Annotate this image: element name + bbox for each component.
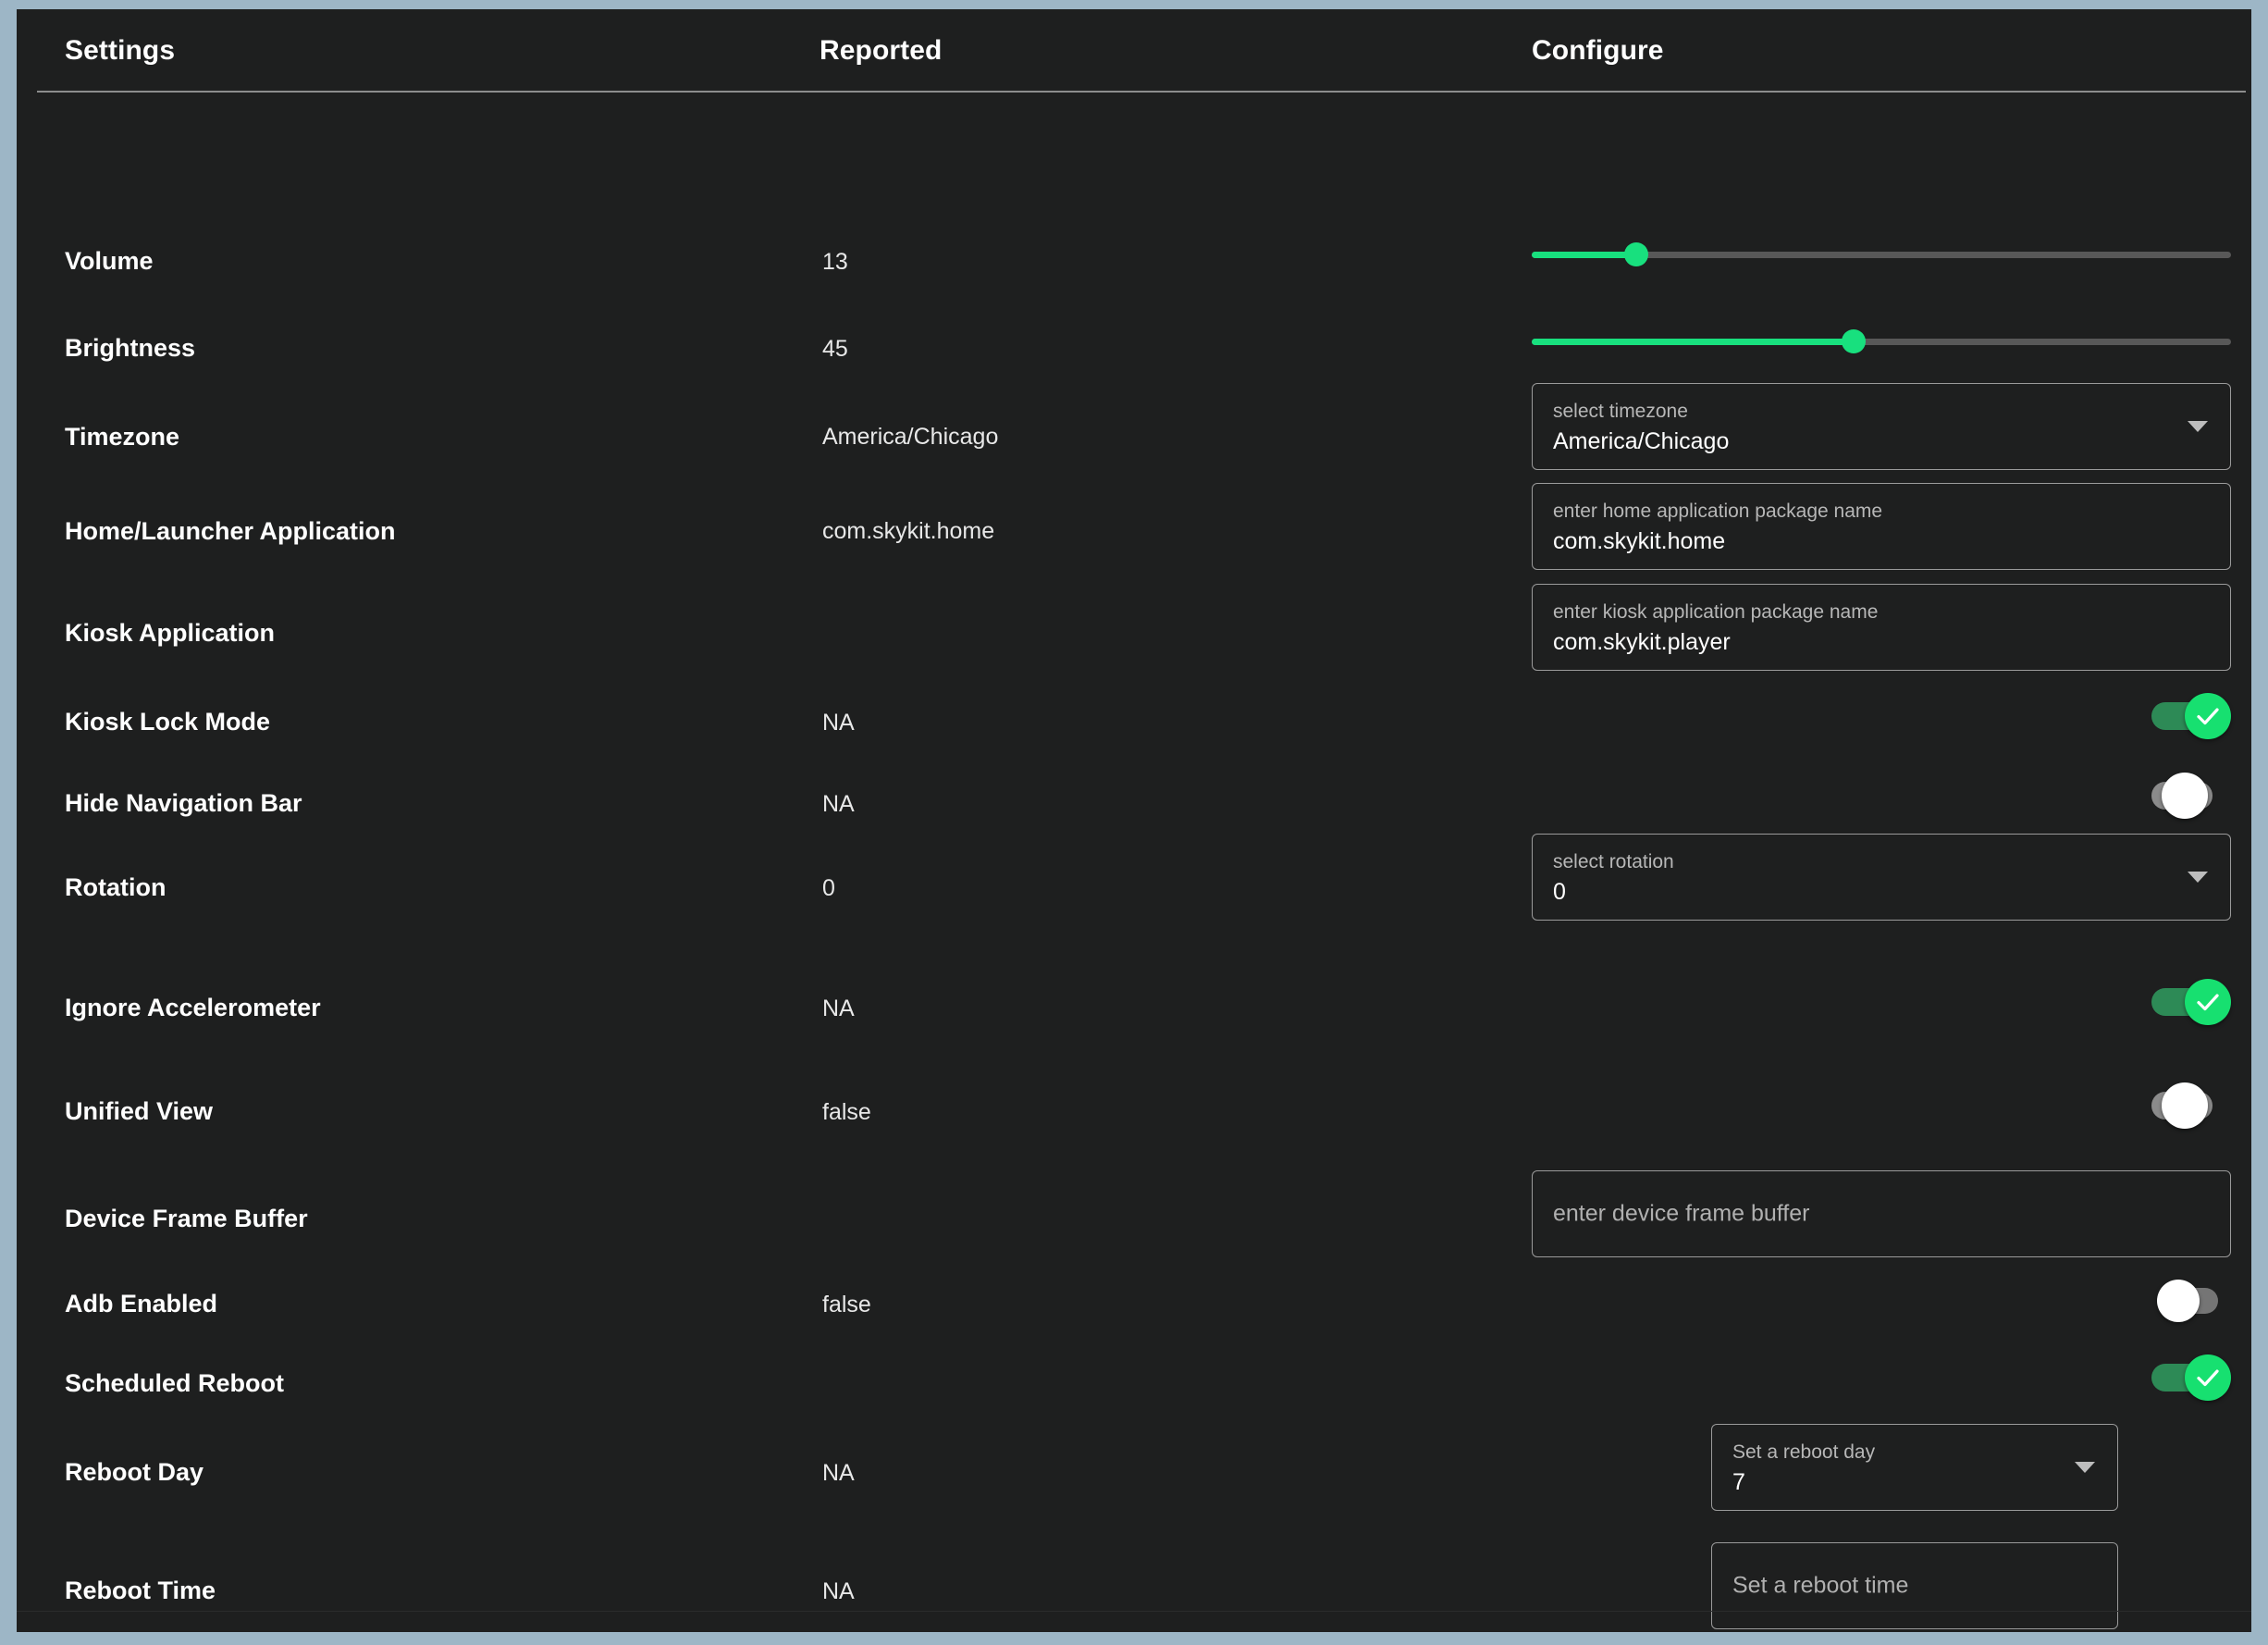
row-label-home-launcher-application: Home/Launcher Application xyxy=(65,517,396,545)
reported-value-kiosk-lock-mode: NA xyxy=(822,710,855,736)
configure-cell-home-launcher-application: enter home application package name com.s… xyxy=(1532,483,2231,570)
toggle-knob xyxy=(2157,1280,2200,1322)
toggle-knob xyxy=(2185,1354,2231,1401)
field-label-kiosk-application: enter kiosk application package name xyxy=(1553,601,1879,623)
reported-value-reboot-day: NA xyxy=(822,1460,855,1486)
settings-panel: Settings Reported Configure Volume 13 Brig… xyxy=(17,9,2251,1632)
field-placeholder-reboot-time: Set a reboot time xyxy=(1732,1572,1909,1599)
field-value-reboot-day: 7 xyxy=(1732,1469,1745,1495)
configure-cell-kiosk-application: enter kiosk application package name com.… xyxy=(1532,584,2231,671)
configure-cell-adb-enabled xyxy=(1532,1280,2231,1322)
configure-cell-ignore-accelerometer xyxy=(1532,979,2231,1025)
slider-brightness[interactable] xyxy=(1532,329,2231,353)
configure-cell-scheduled-reboot xyxy=(1532,1354,2231,1401)
reported-value-hide-navigation-bar: NA xyxy=(822,791,855,817)
field-value-timezone: America/Chicago xyxy=(1553,428,1730,454)
header-divider xyxy=(37,91,2246,93)
toggle-knob xyxy=(2185,979,2231,1025)
configure-cell-reboot-day: Set a reboot day 7 xyxy=(1711,1424,2118,1511)
toggle-hide-navigation-bar[interactable] xyxy=(2151,773,2231,819)
configure-cell-reboot-time: Set a reboot time xyxy=(1711,1542,2118,1629)
slider-thumb[interactable] xyxy=(1624,242,1649,266)
row-label-brightness: Brightness xyxy=(65,334,196,362)
reported-value-reboot-time: NA xyxy=(822,1578,855,1604)
row-label-kiosk-lock-mode: Kiosk Lock Mode xyxy=(65,708,271,736)
toggle-unified-view[interactable] xyxy=(2151,1082,2231,1129)
check-icon xyxy=(2197,994,2219,1011)
toggle-knob xyxy=(2162,1082,2208,1129)
row-label-device-frame-buffer: Device Frame Buffer xyxy=(65,1205,308,1232)
select-reboot-day[interactable]: Set a reboot day 7 xyxy=(1711,1424,2118,1511)
chevron-down-icon xyxy=(2075,1462,2095,1473)
toggle-kiosk-lock-mode[interactable] xyxy=(2151,693,2231,739)
slider-fill xyxy=(1532,252,1637,258)
row-label-rotation: Rotation xyxy=(65,873,166,901)
toggle-ignore-accelerometer[interactable] xyxy=(2151,979,2231,1025)
row-label-volume: Volume xyxy=(65,247,154,275)
select-timezone[interactable]: select timezone America/Chicago xyxy=(1532,383,2231,470)
configure-cell-device-frame-buffer: enter device frame buffer xyxy=(1532,1170,2231,1257)
column-header-reported: Reported xyxy=(820,35,943,66)
page-root: Settings Reported Configure Volume 13 Brig… xyxy=(0,0,2268,1645)
field-label-rotation: select rotation xyxy=(1553,851,1674,872)
reported-value-home-launcher-application: com.skykit.home xyxy=(822,518,995,544)
chevron-down-icon xyxy=(2188,872,2208,883)
check-icon xyxy=(2197,708,2219,725)
row-label-ignore-accelerometer: Ignore Accelerometer xyxy=(65,994,321,1021)
field-label-timezone: select timezone xyxy=(1553,401,1688,422)
slider-volume[interactable] xyxy=(1532,242,2231,266)
row-label-adb-enabled: Adb Enabled xyxy=(65,1290,218,1317)
field-value-rotation: 0 xyxy=(1553,879,1566,905)
field-placeholder-device-frame-buffer: enter device frame buffer xyxy=(1553,1200,1810,1227)
row-label-reboot-time: Reboot Time xyxy=(65,1577,216,1604)
row-label-kiosk-application: Kiosk Application xyxy=(65,619,276,647)
row-label-reboot-day: Reboot Day xyxy=(65,1458,204,1486)
configure-cell-brightness xyxy=(1532,329,2231,353)
reported-value-unified-view: false xyxy=(822,1099,871,1125)
select-rotation[interactable]: select rotation 0 xyxy=(1532,834,2231,921)
configure-cell-timezone: select timezone America/Chicago xyxy=(1532,383,2231,470)
field-label-home-launcher-application: enter home application package name xyxy=(1553,501,1883,522)
configure-cell-unified-view xyxy=(1532,1082,2231,1129)
configure-cell-volume xyxy=(1532,242,2231,266)
reported-value-brightness: 45 xyxy=(822,336,848,362)
toggle-adb-enabled[interactable] xyxy=(2157,1280,2231,1322)
reported-value-adb-enabled: false xyxy=(822,1292,871,1317)
configure-cell-hide-navigation-bar xyxy=(1532,773,2231,819)
toggle-scheduled-reboot[interactable] xyxy=(2151,1354,2231,1401)
column-header-configure: Configure xyxy=(1532,35,1664,66)
reported-value-timezone: America/Chicago xyxy=(822,424,999,450)
input-reboot-time[interactable]: Set a reboot time xyxy=(1711,1542,2118,1629)
slider-thumb[interactable] xyxy=(1841,329,1866,353)
reported-value-volume: 13 xyxy=(822,249,848,275)
toggle-knob xyxy=(2162,773,2208,819)
input-device-frame-buffer[interactable]: enter device frame buffer xyxy=(1532,1170,2231,1257)
row-label-timezone: Timezone xyxy=(65,423,180,451)
input-home-launcher-application[interactable]: enter home application package name com.s… xyxy=(1532,483,2231,570)
input-kiosk-application[interactable]: enter kiosk application package name com.… xyxy=(1532,584,2231,671)
row-label-scheduled-reboot: Scheduled Reboot xyxy=(65,1369,285,1397)
field-value-home-launcher-application: com.skykit.home xyxy=(1553,528,1726,554)
configure-cell-kiosk-lock-mode xyxy=(1532,693,2231,739)
row-label-hide-navigation-bar: Hide Navigation Bar xyxy=(65,789,302,817)
bottom-divider xyxy=(17,1611,2251,1612)
slider-fill xyxy=(1532,339,1854,345)
toggle-knob xyxy=(2185,693,2231,739)
configure-cell-rotation: select rotation 0 xyxy=(1532,834,2231,921)
table-header: Settings Reported Configure xyxy=(17,9,2251,94)
chevron-down-icon xyxy=(2188,421,2208,432)
column-header-settings: Settings xyxy=(65,35,176,66)
reported-value-rotation: 0 xyxy=(822,875,835,901)
field-value-kiosk-application: com.skykit.player xyxy=(1553,629,1731,655)
check-icon xyxy=(2197,1369,2219,1387)
reported-value-ignore-accelerometer: NA xyxy=(822,996,855,1021)
field-label-reboot-day: Set a reboot day xyxy=(1732,1441,1876,1463)
row-label-unified-view: Unified View xyxy=(65,1097,214,1125)
